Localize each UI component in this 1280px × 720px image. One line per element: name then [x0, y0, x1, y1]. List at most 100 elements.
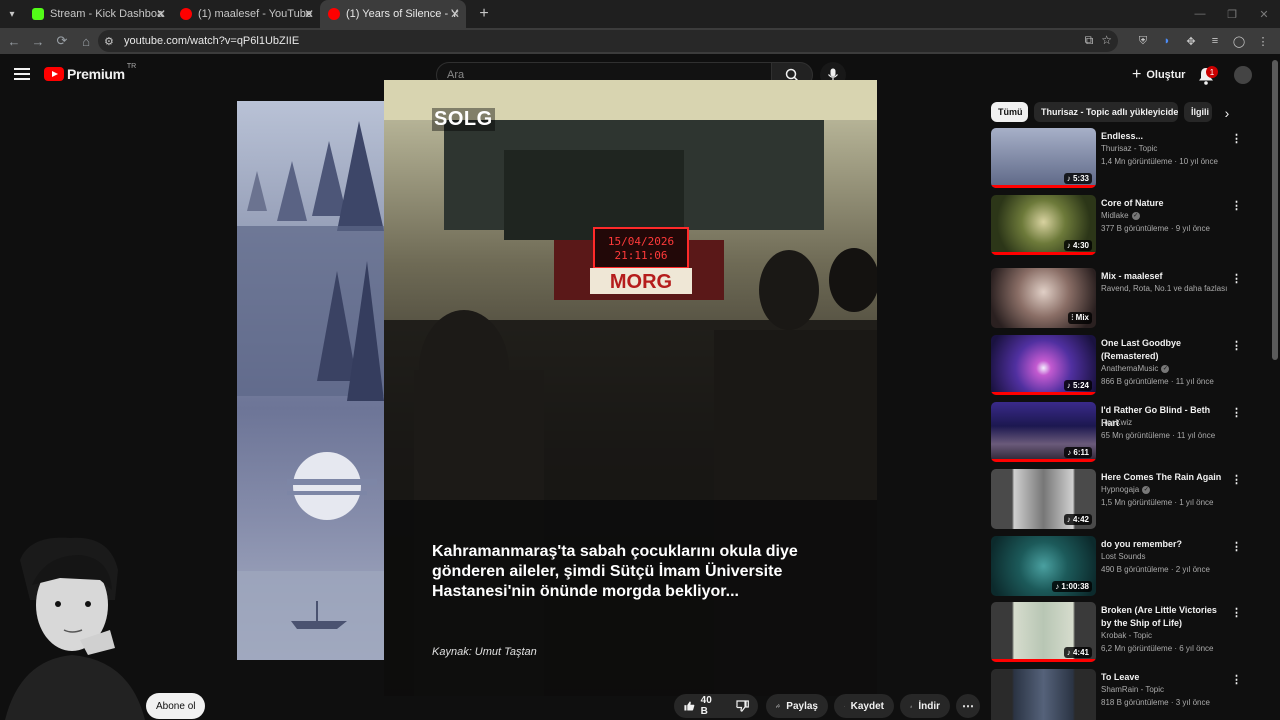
chip-uploader[interactable]: Thurisaz - Topic adlı yükleyiciden: [1034, 102, 1178, 122]
close-icon[interactable]: ✕: [450, 7, 460, 21]
thumbnail[interactable]: ♪ 4:41: [991, 602, 1096, 662]
bookmark-star-icon[interactable]: ☆: [1101, 33, 1112, 48]
duration: ♪ 4:41: [1063, 647, 1092, 658]
hamburger-menu-icon[interactable]: [14, 68, 30, 80]
thumbnail[interactable]: ♪ 5:33: [991, 128, 1096, 188]
video-title[interactable]: Mix - maalesef: [1101, 270, 1225, 283]
minimize-icon[interactable]: —: [1184, 0, 1216, 28]
recommended-item[interactable]: ♪ 6:11 I'd Rather Go Blind - Beth Hart R…: [991, 402, 1251, 464]
close-icon[interactable]: ✕: [156, 7, 166, 21]
home-icon[interactable]: ⌂: [74, 28, 98, 54]
verified-check-icon: ✓: [1131, 211, 1140, 220]
browser-tab-years-of-silence[interactable]: (1) Years of Silence - YouTube ✕: [320, 0, 466, 28]
recommended-item[interactable]: To Leave ShamRain - Topic 818 B görüntül…: [991, 669, 1251, 720]
chip-related[interactable]: İlgili: [1184, 102, 1212, 122]
browser-tab-kick[interactable]: Stream - Kick Dashboard ✕: [24, 0, 172, 28]
window-close-icon[interactable]: ✕: [1248, 0, 1280, 28]
thumbnail[interactable]: ⫶ Mix: [991, 268, 1096, 328]
video-title[interactable]: do you remember?: [1101, 538, 1225, 551]
chip-all[interactable]: Tümü: [991, 102, 1028, 122]
recommended-item[interactable]: ⫶ Mix Mix - maalesef Ravend, Rota, No.1 …: [991, 268, 1251, 330]
more-options-icon[interactable]: ⋮: [1231, 473, 1242, 487]
channel-name[interactable]: Krobak - Topic: [1101, 631, 1152, 640]
channel-name[interactable]: Lost Sounds: [1101, 552, 1145, 561]
channel-name[interactable]: ShamRain - Topic: [1101, 685, 1164, 694]
download-label: İndir: [918, 700, 940, 712]
video-meta: 1,4 Mn görüntüleme · 10 yıl önce: [1101, 157, 1218, 166]
youtube-premium-logo[interactable]: Premium TR: [44, 63, 136, 82]
more-actions-icon[interactable]: ⋯: [956, 694, 980, 718]
site-info-icon[interactable]: ⚙: [104, 35, 120, 48]
channel-name[interactable]: RocKwiz: [1101, 418, 1132, 427]
like-button[interactable]: 40 B: [674, 694, 728, 718]
download-button[interactable]: İndir: [900, 694, 950, 718]
channel-name[interactable]: AnathemaMusic ✓: [1101, 364, 1170, 373]
address-bar[interactable]: ⚙ youtube.com/watch?v=qP6l1UbZIIE ⧉ ☆: [98, 30, 1118, 52]
shield-extension-icon[interactable]: ⛨: [1134, 32, 1152, 50]
more-options-icon[interactable]: ⋮: [1231, 406, 1242, 420]
save-button[interactable]: Kaydet: [834, 694, 894, 718]
share-button[interactable]: Paylaş: [766, 694, 828, 718]
channel-name[interactable]: Thurisaz - Topic: [1101, 144, 1157, 153]
video-title[interactable]: To Leave: [1101, 671, 1225, 684]
more-options-icon[interactable]: ⋮: [1231, 199, 1242, 213]
more-options-icon[interactable]: ⋮: [1231, 606, 1242, 620]
recommended-item[interactable]: ♪ 4:41 Broken (Are Little Victories by t…: [991, 602, 1251, 664]
video-title[interactable]: Broken (Are Little Victories by the Ship…: [1101, 604, 1225, 630]
verified-check-icon: ✓: [1142, 485, 1151, 494]
more-options-icon[interactable]: ⋮: [1231, 540, 1242, 554]
profile-icon[interactable]: ◯: [1230, 32, 1248, 50]
recommended-item[interactable]: ♪ 4:42 Here Comes The Rain Again Hypnoga…: [991, 469, 1251, 531]
video-title[interactable]: Core of Nature: [1101, 197, 1225, 210]
browser-tab-bar: ▾ Stream - Kick Dashboard ✕ (1) maalesef…: [0, 0, 1280, 28]
recommended-item[interactable]: ♪ 5:24 One Last Goodbye (Remastered) Ana…: [991, 335, 1251, 397]
video-caption: Kahramanmaraş'ta sabah çocuklarını okula…: [432, 543, 798, 600]
more-options-icon[interactable]: ⋮: [1231, 673, 1242, 687]
maximize-icon[interactable]: ❐: [1216, 0, 1248, 28]
browser-tab-maalesef[interactable]: (1) maalesef - YouTube ✕: [172, 0, 320, 28]
thumbs-up-icon: [684, 701, 695, 711]
browser-menu-icon[interactable]: ⋮: [1254, 32, 1272, 50]
thumbnail[interactable]: ♪ 5:24: [991, 335, 1096, 395]
new-tab-plus-icon[interactable]: +: [474, 5, 494, 23]
back-icon[interactable]: ←: [2, 28, 26, 54]
channel-name[interactable]: Midlake ✓: [1101, 211, 1140, 220]
install-app-icon[interactable]: ⧉: [1085, 33, 1094, 48]
video-title[interactable]: Here Comes The Rain Again: [1101, 471, 1225, 484]
subscribe-button[interactable]: Abone ol: [146, 693, 206, 719]
more-options-icon[interactable]: ⋮: [1231, 272, 1242, 286]
more-options-icon[interactable]: ⋮: [1231, 339, 1242, 353]
recommended-item[interactable]: ♪ 1:00:38 do you remember? Lost Sounds 4…: [991, 536, 1251, 598]
chevron-right-icon[interactable]: ›: [1218, 104, 1236, 122]
kick-favicon-icon: [32, 8, 44, 20]
account-avatar[interactable]: [1234, 66, 1252, 84]
ambient-background-image: [237, 101, 384, 660]
media-control-icon[interactable]: ≡: [1206, 32, 1224, 50]
thumbnail[interactable]: ♪ 1:00:38: [991, 536, 1096, 596]
page-scrollbar[interactable]: [1272, 60, 1278, 360]
create-button[interactable]: + Oluştur: [1124, 62, 1193, 88]
extensions-puzzle-icon[interactable]: ✥: [1182, 32, 1200, 50]
thumbnail[interactable]: [991, 669, 1096, 720]
thumbnail[interactable]: ♪ 6:11: [991, 402, 1096, 462]
thumbnail[interactable]: ♪ 4:30: [991, 195, 1096, 255]
video-meta: 377 B görüntüleme · 9 yıl önce: [1101, 224, 1210, 233]
youtube-favicon-icon: [328, 8, 340, 20]
duration: ♪ 1:00:38: [1052, 581, 1092, 592]
channel-name[interactable]: Ravend, Rota, No.1 ve daha fazlası: [1101, 284, 1227, 293]
video-title[interactable]: Endless...: [1101, 130, 1225, 143]
dislike-button[interactable]: [728, 694, 758, 718]
recommended-item[interactable]: ♪ 5:33 Endless... Thurisaz - Topic 1,4 M…: [991, 128, 1251, 190]
more-options-icon[interactable]: ⋮: [1231, 132, 1242, 146]
close-icon[interactable]: ✕: [304, 7, 314, 21]
create-label: Oluştur: [1146, 69, 1186, 81]
audio-extension-icon[interactable]: ◗: [1158, 32, 1176, 50]
tab-search-chevron-icon[interactable]: ▾: [0, 0, 24, 28]
recommended-item[interactable]: ♪ 4:30 Core of Nature Midlake ✓ 377 B gör…: [991, 195, 1251, 257]
thumbnail[interactable]: ♪ 4:42: [991, 469, 1096, 529]
forward-icon[interactable]: →: [26, 28, 50, 54]
reload-icon[interactable]: ⟳: [50, 28, 74, 54]
channel-name[interactable]: Hypnogaja ✓: [1101, 485, 1151, 494]
video-player[interactable]: 15/04/2026 21:11:06 MORG SOLG Kahramanma…: [384, 80, 877, 696]
video-title[interactable]: One Last Goodbye (Remastered): [1101, 337, 1225, 363]
